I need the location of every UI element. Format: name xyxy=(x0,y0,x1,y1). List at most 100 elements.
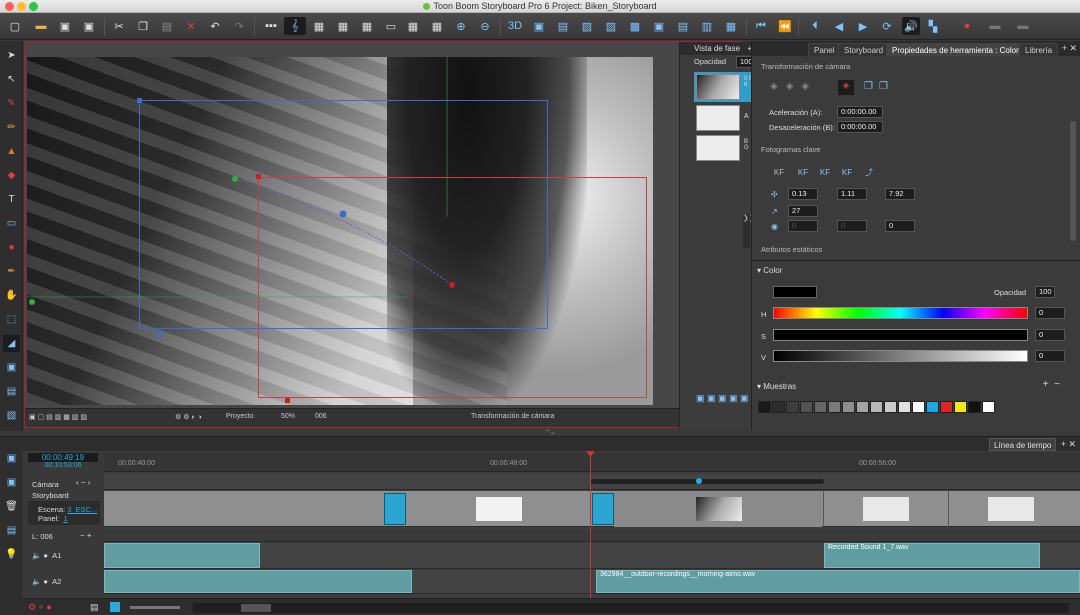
camera-path[interactable] xyxy=(27,57,653,405)
timeline-tool-icons[interactable]: ⚙ + ● xyxy=(28,602,52,613)
timeline-add-close-icon[interactable]: + ✕ xyxy=(1061,439,1076,450)
storyboard-track[interactable] xyxy=(104,491,1080,527)
camera-track-controls[interactable]: ‹ − › xyxy=(76,478,90,487)
transform-tool-icon[interactable]: ⬚ xyxy=(3,311,20,328)
param3-field[interactable]: 0 xyxy=(885,220,915,232)
value-field[interactable]: 0 xyxy=(1035,350,1065,362)
panel-thumbnail[interactable] xyxy=(988,497,1034,521)
eraser-tool-icon[interactable]: ◆ xyxy=(3,167,20,184)
prev-frame-icon[interactable]: ⏪ xyxy=(776,17,794,35)
onion-icons[interactable]: ⚙ ⚙ ◐ ◑ xyxy=(175,413,202,421)
color-swatch[interactable] xyxy=(926,401,939,413)
pos-z-field[interactable]: 7.92 xyxy=(885,188,915,200)
hue-slider[interactable] xyxy=(773,307,1028,319)
save-as-icon[interactable]: ▣ xyxy=(80,17,98,35)
playhead[interactable] xyxy=(590,451,591,615)
rectangle-tool-icon[interactable]: ▭ xyxy=(3,215,20,232)
keyboard-icon[interactable]: ▦ xyxy=(404,17,422,35)
tab-library[interactable]: Librería xyxy=(1019,43,1059,56)
transition-clip[interactable] xyxy=(384,493,406,525)
zoom-out-icon[interactable]: ⊖ xyxy=(476,17,494,35)
color-swatch[interactable] xyxy=(758,401,771,413)
camera-view-icon[interactable]: ▣ xyxy=(530,17,548,35)
redo-icon[interactable]: ↷ xyxy=(230,17,248,35)
stage-canvas[interactable] xyxy=(27,57,653,405)
panel-thumbnail[interactable] xyxy=(863,497,909,521)
panel-splitter-icon[interactable]: ❯❯ xyxy=(743,214,755,248)
brush-tool-icon[interactable]: ✎ xyxy=(3,95,20,112)
dropper-tool-icon[interactable]: ✒ xyxy=(3,263,20,280)
sound-icon[interactable]: 🔊 xyxy=(902,17,920,35)
zoom-fit-icon[interactable] xyxy=(110,602,120,612)
keyframe-curve-icon[interactable]: ⤴ xyxy=(860,165,878,180)
panel-thumbnail[interactable] xyxy=(696,497,742,521)
color-swatch[interactable] xyxy=(772,401,785,413)
saturation-field[interactable]: 0 xyxy=(1035,329,1065,341)
color-swatch[interactable] xyxy=(954,401,967,413)
color-swatch[interactable] xyxy=(982,401,995,413)
delete-icon[interactable]: ✕ xyxy=(182,17,200,35)
color-swatch[interactable] xyxy=(856,401,869,413)
timeline-scrollbar[interactable] xyxy=(193,603,1069,613)
layer-actions-icons[interactable]: ▣ ▣ ▣ ▣ ▣ ▤ xyxy=(696,393,760,404)
audio-track-a1[interactable]: Recorded Sound 1_7.wav xyxy=(104,543,1080,569)
tab-panel[interactable]: Panel xyxy=(808,43,841,56)
copy-icon[interactable]: ❐ xyxy=(134,17,152,35)
close-window-button[interactable] xyxy=(5,2,14,11)
transition-clip[interactable] xyxy=(592,493,614,525)
sound-scrub-icon[interactable]: ▚ xyxy=(924,17,942,35)
param1-field[interactable]: 0 xyxy=(788,220,818,232)
layer-motion-icon[interactable]: ▧ xyxy=(3,407,20,424)
contour-editor-icon[interactable]: ↖ xyxy=(3,71,20,88)
step-back-icon[interactable]: ⏴ xyxy=(806,17,824,35)
camera-keyframe-bar[interactable] xyxy=(590,479,824,484)
zoom-slider[interactable] xyxy=(130,606,180,609)
onion-skin-icon[interactable]: ▪▪▪ xyxy=(262,17,280,35)
keyframe-prev-icon[interactable]: KF xyxy=(816,165,834,180)
grid-icon[interactable]: ▦ xyxy=(310,17,328,35)
param2-field[interactable]: 0 xyxy=(837,220,867,232)
hand-tool-icon[interactable]: ✋ xyxy=(3,287,20,304)
dual-grid-icon[interactable]: ▦ xyxy=(334,17,352,35)
play-icon[interactable]: ▶ xyxy=(854,17,872,35)
tab-storyboard[interactable]: Storyboard xyxy=(838,43,890,56)
timeline-settings-icon[interactable]: ▤ xyxy=(90,602,99,613)
audio-clip[interactable] xyxy=(104,543,260,568)
camera-tool-icon[interactable]: ◢ xyxy=(3,335,20,352)
duplicate-panel-icon[interactable]: ▤ xyxy=(3,522,20,539)
text-tool-icon[interactable]: T xyxy=(3,191,20,208)
trash-icon[interactable]: 🗑 xyxy=(3,498,20,515)
color-swatch[interactable] xyxy=(912,401,925,413)
color-swatch[interactable] xyxy=(828,401,841,413)
color-swatch[interactable] xyxy=(870,401,883,413)
view-mode[interactable]: Proyecto xyxy=(226,413,254,420)
camera-track[interactable] xyxy=(104,474,1080,490)
color-swatch[interactable] xyxy=(814,401,827,413)
paint-bucket-icon[interactable]: ● xyxy=(3,239,20,256)
audio-clip[interactable] xyxy=(104,570,412,593)
static-camera-icon[interactable]: ▣ xyxy=(3,359,20,376)
current-color-swatch[interactable] xyxy=(773,286,817,298)
camera-duplicate-icon[interactable]: ▩ xyxy=(626,17,644,35)
keyframe-next-icon[interactable]: KF xyxy=(838,165,856,180)
camera-motion-icon[interactable]: ▦ xyxy=(722,17,740,35)
panel-grid-icon[interactable]: ▦ xyxy=(428,17,446,35)
camera-reset-icon[interactable]: ▧ xyxy=(578,17,596,35)
color-swatch[interactable] xyxy=(786,401,799,413)
light-bulb-icon[interactable]: 💡 xyxy=(3,546,20,563)
audio-clip-atmo[interactable]: 362984__outdoor-recordings__morning-atmo… xyxy=(596,570,1080,593)
layer-transform-icon[interactable]: ▤ xyxy=(3,383,20,400)
tab-timeline[interactable]: Línea de tiempo xyxy=(989,438,1057,451)
value-slider[interactable] xyxy=(773,350,1028,362)
hue-field[interactable]: 0 xyxy=(1035,307,1065,319)
camera-match-icon[interactable]: ▣ xyxy=(650,17,668,35)
ease-in-field[interactable]: 0:00:00.00 xyxy=(837,106,883,118)
color-swatch[interactable] xyxy=(884,401,897,413)
audio-track-a2[interactable]: 362984__outdoor-recordings__morning-atmo… xyxy=(104,570,1080,594)
properties-scrollbar[interactable] xyxy=(1070,121,1076,241)
layer-add-remove-icons[interactable]: − + xyxy=(80,531,92,540)
pos-y-field[interactable]: 1.11 xyxy=(837,188,867,200)
zoom-level[interactable]: 50% xyxy=(281,413,295,420)
panel-add-close-icon[interactable]: + ✕ xyxy=(1062,43,1077,54)
undo-icon[interactable]: ↶ xyxy=(206,17,224,35)
